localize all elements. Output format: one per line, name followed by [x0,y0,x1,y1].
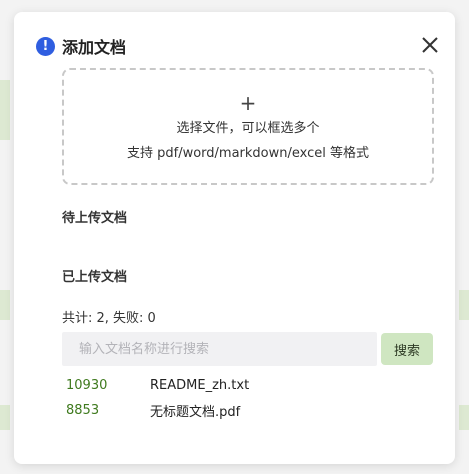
file-upload-dropzone[interactable]: + 选择文件，可以框选多个 支持 pdf/word/markdown/excel… [62,68,434,185]
file-name: README_zh.txt [150,377,250,393]
file-name: 无标题文档.pdf [150,404,241,420]
file-id-link[interactable]: 10930 [66,378,150,393]
background-accent-strip [0,405,10,430]
background-accent-strip [0,80,10,140]
search-button[interactable]: 搜索 [381,333,433,365]
file-id-link[interactable]: 8853 [66,403,150,418]
uploaded-documents-heading: 已上传文档 [62,270,128,285]
background-accent-strip [459,405,469,430]
background-accent-strip [459,290,469,320]
file-row: 10930 README_zh.txt [66,376,249,394]
background-accent-strip [0,290,10,320]
upload-stats: 共计: 2, 失败: 0 [62,311,156,326]
close-icon[interactable] [419,34,441,56]
search-input[interactable] [62,332,377,366]
dropzone-instruction: 选择文件，可以框选多个 [176,120,320,136]
dialog-header: ! 添加文档 [36,34,441,58]
dropzone-format-hint: 支持 pdf/word/markdown/excel 等格式 [126,145,369,161]
add-document-dialog: ! 添加文档 + 选择文件，可以框选多个 支持 pdf/word/markdow… [14,12,455,464]
pending-documents-heading: 待上传文档 [62,211,128,226]
dialog-title: 添加文档 [62,38,127,57]
info-icon: ! [36,36,55,56]
file-row: 8853 无标题文档.pdf [66,401,241,420]
plus-icon: + [239,90,257,115]
